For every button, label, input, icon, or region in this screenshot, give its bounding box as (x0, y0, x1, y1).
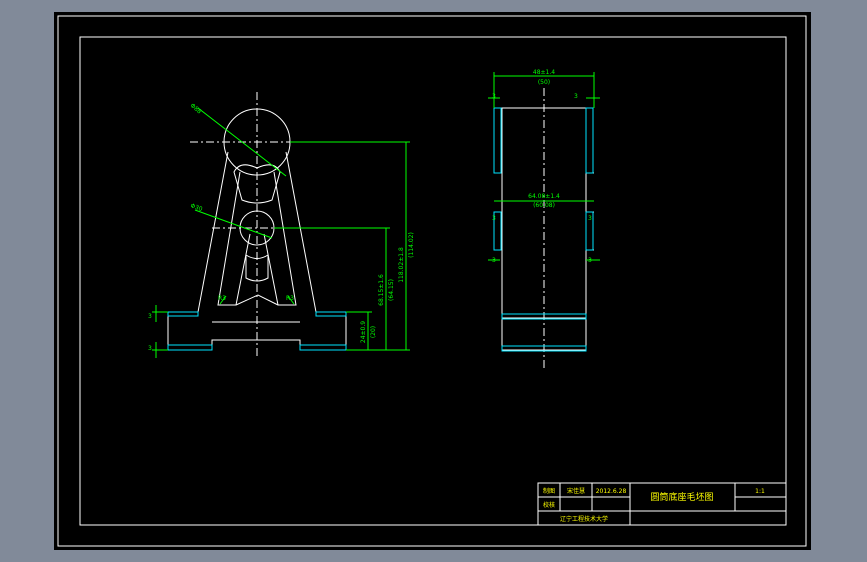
label-side-mid-width: 64.08±1.4 (528, 193, 560, 200)
label-r-left: R3 (218, 295, 226, 302)
tb-drawn-label: 制图 (543, 487, 555, 495)
drawing-sheet (54, 12, 811, 550)
label-side-pad-mid-right: 3 (588, 215, 592, 222)
label-base-height: 24±0.9 (360, 321, 367, 343)
tb-scale: 1:1 (755, 488, 765, 495)
tb-school: 辽宁工程技术大学 (560, 515, 608, 523)
tb-drawn-name: 宋佳慧 (567, 487, 585, 495)
cad-viewport[interactable]: Φ88 Φ30 R3 R3 3 3 118.02±1.8 (114.02) 68… (0, 0, 867, 562)
label-side-mid-width-ref: (60.08) (533, 202, 555, 209)
label-side-pad-low-left: 3 (492, 257, 496, 264)
label-base-height-ref: (20) (370, 326, 377, 338)
label-side-pad-right: 3 (574, 93, 578, 100)
label-side-top-width-ref: (50) (538, 79, 550, 86)
label-mid-height-ref: (64.15) (388, 279, 395, 301)
label-thickness-bottom: 3 (148, 345, 152, 352)
label-mid-height: 68.15±1.6 (378, 274, 385, 306)
label-thickness-top: 3 (148, 313, 152, 320)
label-side-pad-left: 3 (492, 93, 496, 100)
label-total-height: 118.02±1.8 (398, 247, 405, 283)
label-r-right: R3 (286, 295, 294, 302)
label-side-top-width: 48±1.4 (533, 69, 555, 76)
label-side-pad-mid-left: 3 (492, 215, 496, 222)
tb-date: 2012.6.28 (596, 488, 627, 495)
label-side-pad-low-right: 3 (588, 257, 592, 264)
tb-drawing-title: 圆筒底座毛坯图 (650, 491, 713, 503)
label-total-height-ref: (114.02) (408, 232, 415, 258)
tb-checked-label: 校核 (543, 501, 555, 509)
drawing-canvas: Φ88 Φ30 R3 R3 3 3 118.02±1.8 (114.02) 68… (54, 12, 811, 550)
